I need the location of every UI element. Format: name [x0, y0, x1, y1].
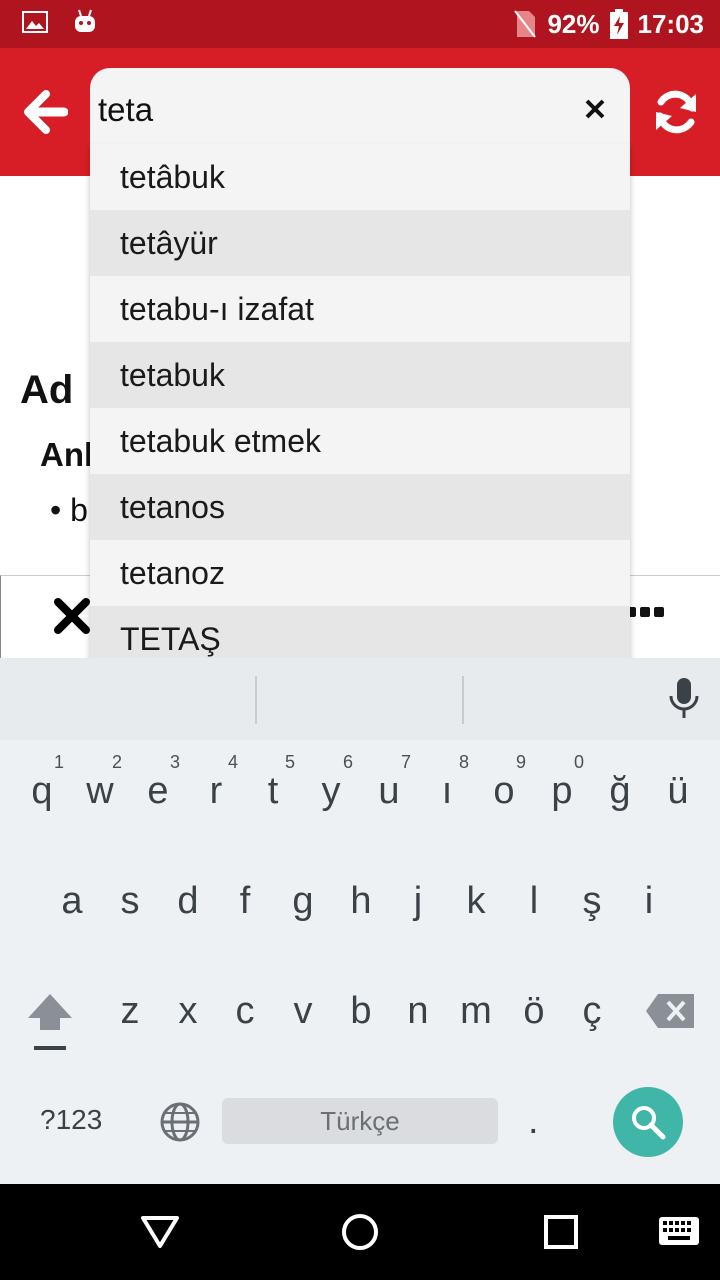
- suggestion-item[interactable]: tetabuk etmek: [90, 408, 630, 474]
- keyboard-icon: [659, 1217, 699, 1245]
- suggestion-item[interactable]: tetâbuk: [90, 144, 630, 210]
- key-hint: 6: [343, 752, 354, 772]
- entry-bullet: • b: [50, 492, 88, 528]
- key-hint: 4: [228, 752, 239, 772]
- search-icon: [632, 1106, 666, 1140]
- square-recents-icon: [544, 1215, 578, 1249]
- globe-icon: [160, 1102, 200, 1142]
- nav-home-button[interactable]: [340, 1212, 380, 1252]
- key-ğ[interactable]: ğ: [590, 770, 650, 813]
- search-box: [90, 68, 630, 152]
- nav-recents-button[interactable]: [543, 1214, 579, 1250]
- key-q[interactable]: q: [12, 770, 72, 813]
- suggestion-item[interactable]: tetanoz: [90, 540, 630, 606]
- key-c[interactable]: c: [215, 990, 275, 1033]
- key-a[interactable]: a: [42, 880, 102, 923]
- key-hint: 8: [459, 752, 470, 772]
- key-ş[interactable]: ş: [562, 880, 622, 923]
- close-icon: [54, 598, 90, 634]
- key-x[interactable]: x: [158, 990, 218, 1033]
- key-t[interactable]: t: [243, 770, 303, 813]
- voice-input-button[interactable]: [664, 676, 704, 722]
- key-hint: 0: [574, 752, 585, 772]
- circle-home-icon: [342, 1214, 378, 1250]
- suggestion-item[interactable]: tetanos: [90, 474, 630, 540]
- key-o[interactable]: o: [474, 770, 534, 813]
- suggestion-item[interactable]: TETAŞ: [90, 606, 630, 658]
- divider: [462, 676, 464, 724]
- refresh-icon: [656, 90, 696, 134]
- android-notification-icon: [75, 9, 95, 32]
- shift-key[interactable]: [24, 990, 76, 1054]
- key-ı[interactable]: ı: [417, 770, 477, 813]
- key-m[interactable]: m: [446, 990, 506, 1033]
- key-n[interactable]: n: [388, 990, 448, 1033]
- key-s[interactable]: s: [100, 880, 160, 923]
- key-e[interactable]: e: [128, 770, 188, 813]
- battery-charging-icon: [609, 9, 628, 39]
- suggestion-item[interactable]: tetâyür: [90, 210, 630, 276]
- entry-heading: Ad: [20, 368, 74, 412]
- key-ç[interactable]: ç: [562, 990, 622, 1033]
- entry-subheading: Anl: [40, 436, 94, 473]
- key-p[interactable]: p: [532, 770, 592, 813]
- image-notification-icon: [22, 11, 48, 33]
- shift-arrow-icon: [28, 994, 72, 1050]
- key-hint: 1: [54, 752, 65, 772]
- backspace-key[interactable]: [644, 992, 696, 1030]
- key-w[interactable]: w: [70, 770, 130, 813]
- period-key[interactable]: .: [528, 1100, 539, 1143]
- key-b[interactable]: b: [331, 990, 391, 1033]
- key-hint: 5: [285, 752, 296, 772]
- key-d[interactable]: d: [158, 880, 218, 923]
- search-key[interactable]: [613, 1087, 683, 1157]
- key-i[interactable]: i: [619, 880, 679, 923]
- keyboard-suggestion-strip: [0, 658, 720, 740]
- key-g[interactable]: g: [273, 880, 333, 923]
- key-z[interactable]: z: [100, 990, 160, 1033]
- battery-percentage: 92%: [547, 8, 600, 39]
- language-switch-key[interactable]: [158, 1100, 202, 1144]
- suggestion-list: tetâbuk tetâyür tetabu-ı izafat tetabuk …: [90, 144, 630, 658]
- clock: 17:03: [637, 8, 705, 39]
- suggestion-item[interactable]: tetabuk: [90, 342, 630, 408]
- no-sim-icon: [514, 10, 537, 38]
- clear-search-button[interactable]: [580, 92, 610, 126]
- close-icon: [585, 99, 605, 119]
- toolbar-close-button[interactable]: [52, 596, 92, 636]
- key-hint: 9: [516, 752, 527, 772]
- key-r[interactable]: r: [186, 770, 246, 813]
- key-u[interactable]: u: [359, 770, 419, 813]
- key-y[interactable]: y: [301, 770, 361, 813]
- arrow-left-icon: [24, 90, 68, 134]
- nav-back-button[interactable]: [140, 1212, 180, 1252]
- key-v[interactable]: v: [273, 990, 333, 1033]
- backspace-icon: [646, 994, 694, 1028]
- key-hint: 2: [112, 752, 123, 772]
- key-l[interactable]: l: [504, 880, 564, 923]
- status-bar: 92% 17:03: [0, 0, 720, 48]
- key-f[interactable]: f: [215, 880, 275, 923]
- key-k[interactable]: k: [446, 880, 506, 923]
- divider: [255, 676, 257, 724]
- microphone-icon: [669, 678, 699, 718]
- refresh-button[interactable]: [648, 82, 704, 142]
- key-j[interactable]: j: [388, 880, 448, 923]
- key-h[interactable]: h: [331, 880, 391, 923]
- symbols-key[interactable]: ?123: [40, 1104, 102, 1136]
- key-hint: 7: [401, 752, 412, 772]
- nav-keyboard-switch-button[interactable]: [658, 1216, 700, 1246]
- key-ö[interactable]: ö: [504, 990, 564, 1033]
- search-input[interactable]: [98, 86, 558, 134]
- suggestion-item[interactable]: tetabu-ı izafat: [90, 276, 630, 342]
- key-ü[interactable]: ü: [648, 770, 708, 813]
- more-options-button[interactable]: [626, 604, 670, 620]
- back-button[interactable]: [18, 80, 74, 144]
- space-key[interactable]: Türkçe: [222, 1098, 498, 1144]
- triangle-back-icon: [141, 1216, 179, 1248]
- key-hint: 3: [170, 752, 181, 772]
